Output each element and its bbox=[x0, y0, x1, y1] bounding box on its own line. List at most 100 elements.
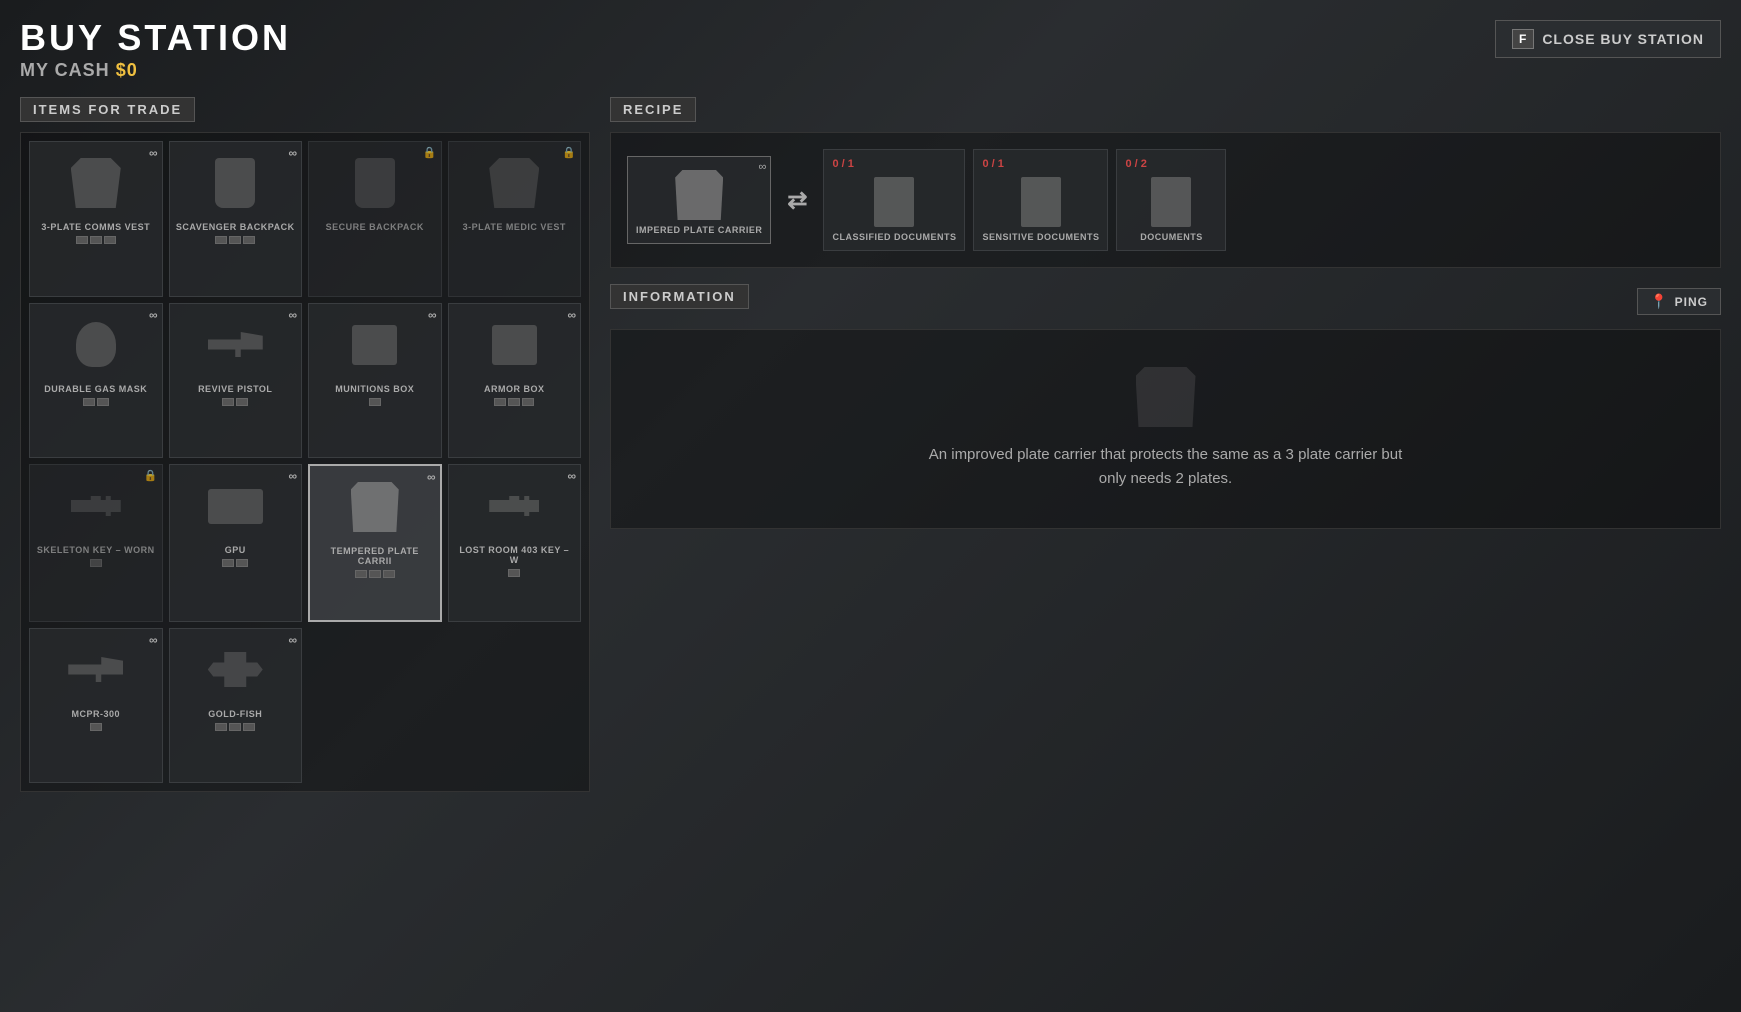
info-header: INFORMATION 📍 PING bbox=[610, 284, 1721, 319]
recipe-icon-area bbox=[859, 172, 929, 232]
item-name: MCPR-300 bbox=[71, 709, 120, 719]
recipe-result-item[interactable]: ∞ IMPERED PLATE CARRIER bbox=[627, 156, 771, 244]
quantity-bar bbox=[369, 398, 381, 406]
item-icon-area bbox=[195, 471, 275, 541]
quantity-bar bbox=[76, 236, 116, 244]
cash-label: MY CASH bbox=[20, 60, 110, 80]
recipe-count: 0 / 2 bbox=[1125, 158, 1146, 170]
item-munitions-box[interactable]: ∞ MUNITIONS BOX bbox=[308, 303, 442, 459]
qty-pip bbox=[243, 723, 255, 731]
close-buy-station-button[interactable]: F CLOSE BUY STATION bbox=[1495, 20, 1721, 58]
item-secure-backpack[interactable]: 🔒 SECURE BACKPACK bbox=[308, 141, 442, 297]
item-icon-area bbox=[195, 148, 275, 218]
infinity-badge: ∞ bbox=[149, 146, 158, 160]
item-icon-area bbox=[335, 472, 415, 542]
item-revive-pistol[interactable]: ∞ REVIVE PISTOL bbox=[169, 303, 303, 459]
recipe-section: RECIPE ∞ IMPERED PLATE CARRIER ⇄ bbox=[610, 97, 1721, 268]
recipe-input-item[interactable]: 0 / 1 CLASSIFIED DOCUMENTS bbox=[823, 149, 965, 251]
trade-arrow-icon: ⇄ bbox=[787, 186, 807, 215]
item-name: 3-PLATE MEDIC VEST bbox=[463, 222, 566, 232]
recipe-result-icon-area bbox=[664, 165, 734, 225]
item-name: SKELETON KEY – WORN bbox=[37, 545, 155, 555]
items-grid: ∞ 3-PLATE COMMS VEST ∞ SCAVENGER BACKPAC… bbox=[20, 132, 590, 792]
info-description: An improved plate carrier that protects … bbox=[916, 443, 1416, 491]
qty-pip bbox=[522, 398, 534, 406]
infinity-badge: ∞ bbox=[427, 470, 436, 484]
qty-pip bbox=[243, 236, 255, 244]
infinity-badge: ∞ bbox=[288, 308, 297, 322]
qty-pip bbox=[76, 236, 88, 244]
quantity-bar bbox=[83, 398, 109, 406]
item-gold-fish[interactable]: ∞ GOLD-FISH bbox=[169, 628, 303, 784]
item-gpu[interactable]: ∞ GPU bbox=[169, 464, 303, 622]
qty-pip bbox=[215, 723, 227, 731]
qty-pip bbox=[222, 398, 234, 406]
item-icon-area bbox=[56, 635, 136, 705]
ping-button[interactable]: 📍 PING bbox=[1637, 288, 1721, 315]
close-key: F bbox=[1512, 29, 1534, 49]
item-name: TEMPERED PLATE CARRII bbox=[316, 546, 434, 566]
qty-pip bbox=[229, 236, 241, 244]
qty-pip bbox=[383, 570, 395, 578]
item-name: ARMOR BOX bbox=[484, 384, 545, 394]
item-name: MUNITIONS BOX bbox=[335, 384, 414, 394]
lock-badge: 🔒 bbox=[562, 146, 576, 159]
item-name: REVIVE PISTOL bbox=[198, 384, 272, 394]
item-name: SECURE BACKPACK bbox=[326, 222, 424, 232]
item-lost-room-key[interactable]: ∞ LOST ROOM 403 KEY – W bbox=[448, 464, 582, 622]
qty-pip bbox=[83, 398, 95, 406]
recipe-result-infinity: ∞ bbox=[759, 161, 767, 173]
right-panel: RECIPE ∞ IMPERED PLATE CARRIER ⇄ bbox=[610, 97, 1721, 792]
item-3-plate-medic-vest[interactable]: 🔒 3-PLATE MEDIC VEST bbox=[448, 141, 582, 297]
item-tempered-plate-carrier[interactable]: ∞ TEMPERED PLATE CARRII bbox=[308, 464, 442, 622]
close-label: CLOSE BUY STATION bbox=[1542, 31, 1704, 47]
item-name: GPU bbox=[225, 545, 246, 555]
quantity-bar bbox=[355, 570, 395, 578]
item-3-plate-comms-vest[interactable]: ∞ 3-PLATE COMMS VEST bbox=[29, 141, 163, 297]
qty-pip bbox=[222, 559, 234, 567]
item-icon-area bbox=[474, 310, 554, 380]
recipe-input-name: SENSITIVE DOCUMENTS bbox=[982, 232, 1099, 242]
item-mcpr-300[interactable]: ∞ MCPR-300 bbox=[29, 628, 163, 784]
item-skeleton-key-worn[interactable]: 🔒 SKELETON KEY – WORN bbox=[29, 464, 163, 622]
ping-label: PING bbox=[1675, 295, 1708, 309]
info-item-icon bbox=[1136, 367, 1196, 427]
qty-pip bbox=[104, 236, 116, 244]
recipe-input-item[interactable]: 0 / 1 SENSITIVE DOCUMENTS bbox=[973, 149, 1108, 251]
main-layout: ITEMS FOR TRADE ∞ 3-PLATE COMMS VEST ∞ S… bbox=[20, 97, 1721, 792]
quantity-bar bbox=[222, 559, 248, 567]
info-content: An improved plate carrier that protects … bbox=[610, 329, 1721, 529]
qty-pip bbox=[355, 570, 367, 578]
qty-pip bbox=[494, 398, 506, 406]
recipe-input-name: DOCUMENTS bbox=[1140, 232, 1203, 242]
item-icon-area bbox=[56, 471, 136, 541]
cash-value: $0 bbox=[116, 60, 138, 80]
item-durable-gas-mask[interactable]: ∞ DURABLE GAS MASK bbox=[29, 303, 163, 459]
info-section: INFORMATION 📍 PING An improved plate car… bbox=[610, 284, 1721, 529]
quantity-bar bbox=[90, 559, 102, 567]
cash-line: MY CASH $0 bbox=[20, 60, 291, 81]
qty-pip bbox=[369, 570, 381, 578]
item-icon-area bbox=[474, 148, 554, 218]
left-panel: ITEMS FOR TRADE ∞ 3-PLATE COMMS VEST ∞ S… bbox=[20, 97, 590, 792]
qty-pip bbox=[90, 559, 102, 567]
recipe-input-name: CLASSIFIED DOCUMENTS bbox=[832, 232, 956, 242]
info-item-silhouette bbox=[1136, 367, 1196, 427]
lock-badge: 🔒 bbox=[144, 469, 158, 482]
quantity-bar bbox=[508, 569, 520, 577]
infinity-badge: ∞ bbox=[567, 469, 576, 483]
infinity-badge: ∞ bbox=[288, 633, 297, 647]
infinity-badge: ∞ bbox=[288, 469, 297, 483]
recipe-input-item[interactable]: 0 / 2 DOCUMENTS bbox=[1116, 149, 1226, 251]
infinity-badge: ∞ bbox=[149, 633, 158, 647]
qty-pip bbox=[215, 236, 227, 244]
qty-pip bbox=[369, 398, 381, 406]
item-icon-area bbox=[195, 635, 275, 705]
infinity-badge: ∞ bbox=[567, 308, 576, 322]
item-scavenger-backpack[interactable]: ∞ SCAVENGER BACKPACK bbox=[169, 141, 303, 297]
recipe-count: 0 / 1 bbox=[832, 158, 853, 170]
item-icon-area bbox=[335, 148, 415, 218]
item-armor-box[interactable]: ∞ ARMOR BOX bbox=[448, 303, 582, 459]
item-name: GOLD-FISH bbox=[208, 709, 262, 719]
infinity-badge: ∞ bbox=[288, 146, 297, 160]
